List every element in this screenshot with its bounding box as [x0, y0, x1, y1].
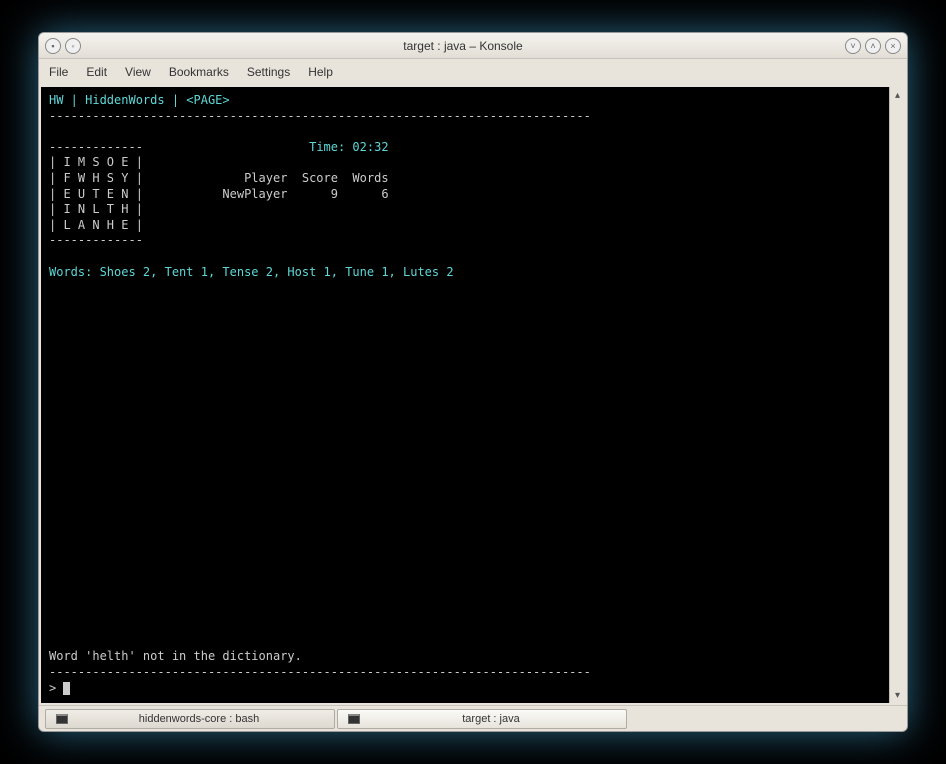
grid-row-0: | I M S O E |: [49, 155, 143, 169]
scroll-down-icon[interactable]: ▾: [890, 687, 905, 703]
time-display: Time: 02:32: [143, 140, 389, 154]
scrollbar-track[interactable]: [890, 103, 905, 687]
grid-bottom-divider: -------------: [49, 233, 143, 247]
menu-settings[interactable]: Settings: [247, 65, 290, 79]
terminal-header-line: HW | HiddenWords | <PAGE>: [49, 93, 230, 107]
words-list: Words: Shoes 2, Tent 1, Tense 2, Host 1,…: [49, 265, 454, 279]
terminal-output[interactable]: HW | HiddenWords | <PAGE> --------------…: [41, 87, 889, 703]
terminal-tab-icon: [348, 714, 360, 724]
grid-row-3: | I N L T H |: [49, 202, 143, 216]
terminal-tab-icon: [56, 714, 68, 724]
minimize-icon[interactable]: ˅: [845, 38, 861, 54]
error-message: Word 'helth' not in the dictionary.: [49, 649, 302, 663]
tab-hiddenwords-core[interactable]: hiddenwords-core : bash: [45, 709, 335, 729]
menu-file[interactable]: File: [49, 65, 68, 79]
terminal-wrapper: HW | HiddenWords | <PAGE> --------------…: [39, 85, 907, 705]
menu-help[interactable]: Help: [308, 65, 333, 79]
close-icon[interactable]: ×: [885, 38, 901, 54]
cursor-icon: [63, 682, 70, 695]
vertical-scrollbar[interactable]: ▴ ▾: [889, 87, 905, 703]
window-titlebar[interactable]: ▪ ◦ target : java – Konsole ˅ ˄ ×: [39, 33, 907, 59]
menu-bookmarks[interactable]: Bookmarks: [169, 65, 229, 79]
terminal-divider-bottom: ----------------------------------------…: [49, 665, 591, 679]
titlebar-right-buttons: ˅ ˄ ×: [845, 38, 901, 54]
tab-bar: hiddenwords-core : bash target : java: [39, 705, 907, 731]
window-title: target : java – Konsole: [81, 39, 845, 53]
terminal-divider-top: ----------------------------------------…: [49, 109, 591, 123]
menu-view[interactable]: View: [125, 65, 151, 79]
konsole-window: ▪ ◦ target : java – Konsole ˅ ˄ × File E…: [38, 32, 908, 732]
grid-row-4: | L A N H E |: [49, 218, 143, 232]
titlebar-left-buttons: ▪ ◦: [45, 38, 81, 54]
grid-top-divider: -------------: [49, 140, 143, 154]
tab-label: hiddenwords-core : bash: [74, 713, 324, 725]
prompt-symbol: >: [49, 681, 63, 695]
app-menu-icon[interactable]: ▪: [45, 38, 61, 54]
maximize-icon[interactable]: ˄: [865, 38, 881, 54]
pin-icon[interactable]: ◦: [65, 38, 81, 54]
grid-row-1: | F W H S Y | Player Score Words: [49, 171, 389, 185]
grid-row-2: | E U T E N | NewPlayer 9 6: [49, 187, 389, 201]
scroll-up-icon[interactable]: ▴: [890, 87, 905, 103]
menu-edit[interactable]: Edit: [86, 65, 107, 79]
menubar: File Edit View Bookmarks Settings Help: [39, 59, 907, 85]
tab-target-java[interactable]: target : java: [337, 709, 627, 729]
tab-label: target : java: [366, 713, 616, 725]
